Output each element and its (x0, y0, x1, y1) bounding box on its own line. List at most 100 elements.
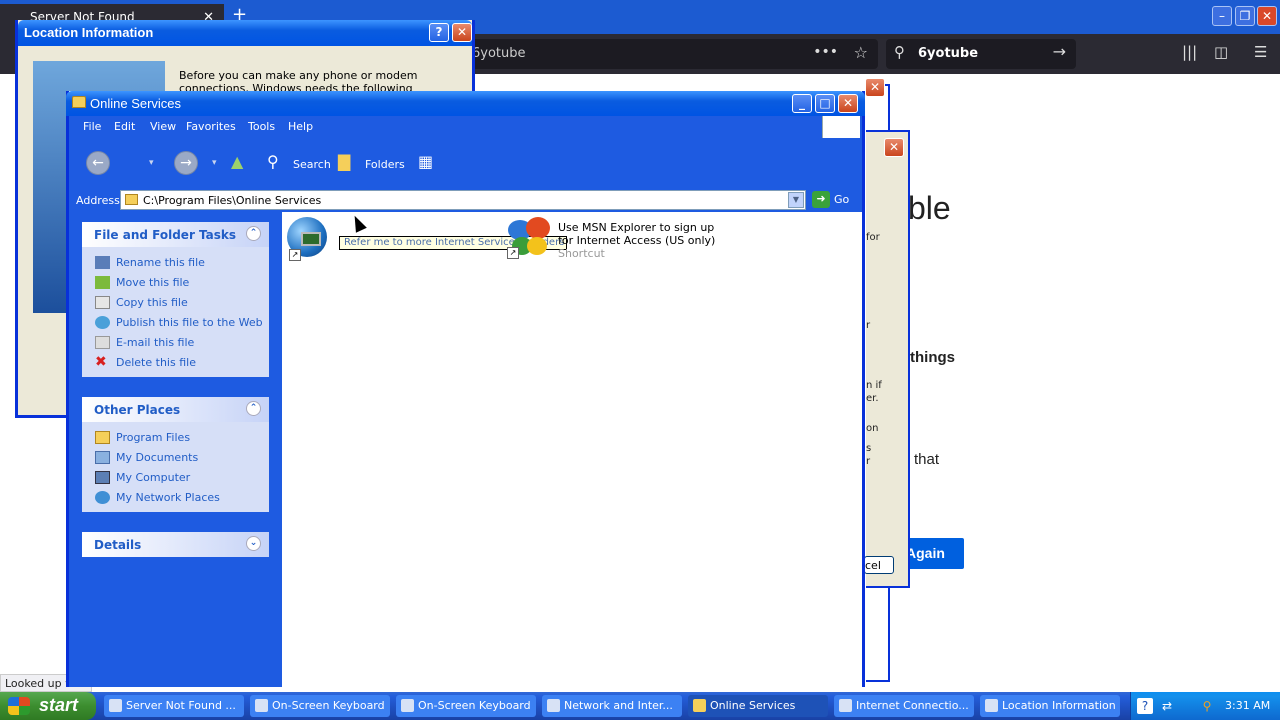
collapse-chevron-icon[interactable]: ⌃ (246, 401, 261, 416)
taskbar: start Server Not Found ... On-Screen Key… (0, 692, 1280, 720)
publish-web-icon (95, 316, 110, 329)
views-icon[interactable]: ▦ (418, 152, 433, 171)
copy-icon (95, 296, 110, 309)
forward-dropdown-icon[interactable]: ▾ (212, 158, 217, 168)
text-fragment: for (866, 232, 880, 243)
place-my-documents[interactable]: My Documents (94, 448, 269, 468)
folders-icon[interactable]: ▇ (338, 152, 350, 171)
shortcut-arrow-icon: ↗ (507, 247, 519, 259)
close-icon[interactable]: ✕ (1257, 6, 1277, 26)
library-icon[interactable]: ||| (1182, 43, 1197, 61)
task-rename[interactable]: Rename this file (94, 253, 269, 273)
minimize-icon[interactable]: _ (792, 94, 812, 113)
sidebar-icon[interactable]: ◫ (1214, 43, 1228, 61)
address-value: C:\Program Files\Online Services (143, 194, 322, 207)
panel-header[interactable]: Details ⌄ (82, 532, 269, 557)
page-actions-icon[interactable]: ••• (813, 44, 838, 60)
menu-favorites[interactable]: Favorites (186, 120, 236, 133)
back-dropdown-icon[interactable]: ▾ (149, 158, 154, 168)
taskbar-item-location-info[interactable]: Location Information (980, 695, 1120, 717)
close-icon[interactable]: ✕ (838, 94, 858, 113)
window-titlebar: Online Services _ □ ✕ (66, 91, 865, 116)
restore-icon[interactable]: ❐ (1235, 6, 1255, 26)
expand-chevron-icon[interactable]: ⌄ (246, 536, 261, 551)
go-button[interactable]: ➜ Go (812, 190, 849, 210)
panel-body: Program Files My Documents My Computer M… (82, 422, 269, 512)
task-label: Rename this file (116, 256, 205, 269)
panel-body: Rename this file Move this file Copy thi… (82, 247, 269, 377)
maximize-icon[interactable]: □ (815, 94, 835, 113)
task-copy[interactable]: Copy this file (94, 293, 269, 313)
file-label: Use MSN Explorer to sign up for Internet… (558, 221, 716, 247)
dialog-titlebar: Location Information (18, 20, 472, 46)
taskbar-label: Location Information (1002, 699, 1116, 712)
forward-arrow-icon[interactable]: → (174, 151, 198, 175)
menu-edit[interactable]: Edit (114, 120, 135, 133)
folders-button[interactable]: Folders (365, 158, 405, 171)
online-services-window: Online Services _ □ ✕ File Edit View Fav… (66, 91, 865, 687)
keyboard-icon (255, 699, 268, 712)
bookmark-star-icon[interactable]: ☆ (854, 43, 868, 62)
panel-header[interactable]: Other Places ⌃ (82, 397, 269, 422)
place-my-network[interactable]: My Network Places (94, 488, 269, 508)
place-my-computer[interactable]: My Computer (94, 468, 269, 488)
close-icon[interactable]: ✕ (865, 78, 885, 97)
search-go-arrow-icon[interactable]: → (1053, 42, 1066, 61)
task-label: Copy this file (116, 296, 188, 309)
help-icon[interactable]: ? (1137, 698, 1153, 714)
menu-tools[interactable]: Tools (248, 120, 275, 133)
search-tray-icon[interactable]: ⚲ (1199, 698, 1215, 714)
taskbar-label: Server Not Found ... (126, 699, 236, 712)
task-delete[interactable]: ✖ Delete this file (94, 353, 269, 373)
up-folder-icon[interactable]: ▲ (231, 152, 243, 171)
task-move[interactable]: Move this file (94, 273, 269, 293)
minimize-icon[interactable]: – (1212, 6, 1232, 26)
close-icon[interactable]: ✕ (884, 138, 904, 157)
shortcut-arrow-icon: ↗ (289, 249, 301, 261)
my-documents-icon (95, 451, 110, 464)
network-status-icon[interactable]: ⇄ (1159, 698, 1175, 714)
text-fragment: er. (866, 393, 879, 404)
place-label: My Documents (116, 451, 199, 464)
panel-title: Other Places (94, 403, 181, 417)
menu-help[interactable]: Help (288, 120, 313, 133)
start-button[interactable]: start (0, 692, 96, 720)
taskbar-item-online-services[interactable]: Online Services (688, 695, 828, 717)
cancel-button[interactable]: cel (864, 556, 894, 574)
task-pane: File and Folder Tasks ⌃ Rename this file… (69, 212, 282, 687)
place-program-files[interactable]: Program Files (94, 428, 269, 448)
panel-header[interactable]: File and Folder Tasks ⌃ (82, 222, 269, 247)
taskbar-item-internet-connection[interactable]: Internet Connectio... (834, 695, 974, 717)
taskbar-label: Network and Inter... (564, 699, 673, 712)
search-box[interactable]: ⚲ 6yotube → (886, 39, 1076, 69)
taskbar-item-osk-1[interactable]: On-Screen Keyboard (250, 695, 390, 717)
close-icon[interactable]: ✕ (452, 23, 472, 42)
email-icon (95, 336, 110, 349)
help-icon[interactable]: ? (429, 23, 449, 42)
folder-icon (95, 431, 110, 444)
text-fragment: s (866, 443, 872, 454)
back-arrow-icon[interactable]: ← (86, 151, 110, 175)
address-bar: Address C:\Program Files\Online Services… (69, 188, 862, 212)
taskbar-item-osk-2[interactable]: On-Screen Keyboard (396, 695, 536, 717)
menu-hamburger-icon[interactable]: ☰ (1254, 43, 1267, 61)
address-field[interactable]: C:\Program Files\Online Services ▼ (120, 190, 806, 210)
taskbar-item-network[interactable]: Network and Inter... (542, 695, 682, 717)
taskbar-label: On-Screen Keyboard (272, 699, 385, 712)
error-page-subheading: things (910, 349, 955, 366)
search-icon[interactable]: ⚲ (267, 152, 279, 171)
task-email[interactable]: E-mail this file (94, 333, 269, 353)
task-publish[interactable]: Publish this file to the Web (94, 313, 269, 333)
windows-logo-icon (822, 116, 860, 138)
address-dropdown-icon[interactable]: ▼ (788, 192, 804, 208)
menu-view[interactable]: View (150, 120, 176, 133)
search-button[interactable]: Search (293, 158, 331, 171)
taskbar-item-firefox[interactable]: Server Not Found ... (104, 695, 244, 717)
details-panel: Details ⌄ (82, 532, 269, 557)
collapse-chevron-icon[interactable]: ⌃ (246, 226, 261, 241)
url-bar[interactable]: 6yotube ••• ☆ (470, 39, 878, 69)
url-text: 6yotube (472, 46, 526, 61)
menu-file[interactable]: File (83, 120, 101, 133)
background-dialog-2: ✕ (866, 130, 910, 588)
windows-flag-icon (8, 697, 30, 715)
